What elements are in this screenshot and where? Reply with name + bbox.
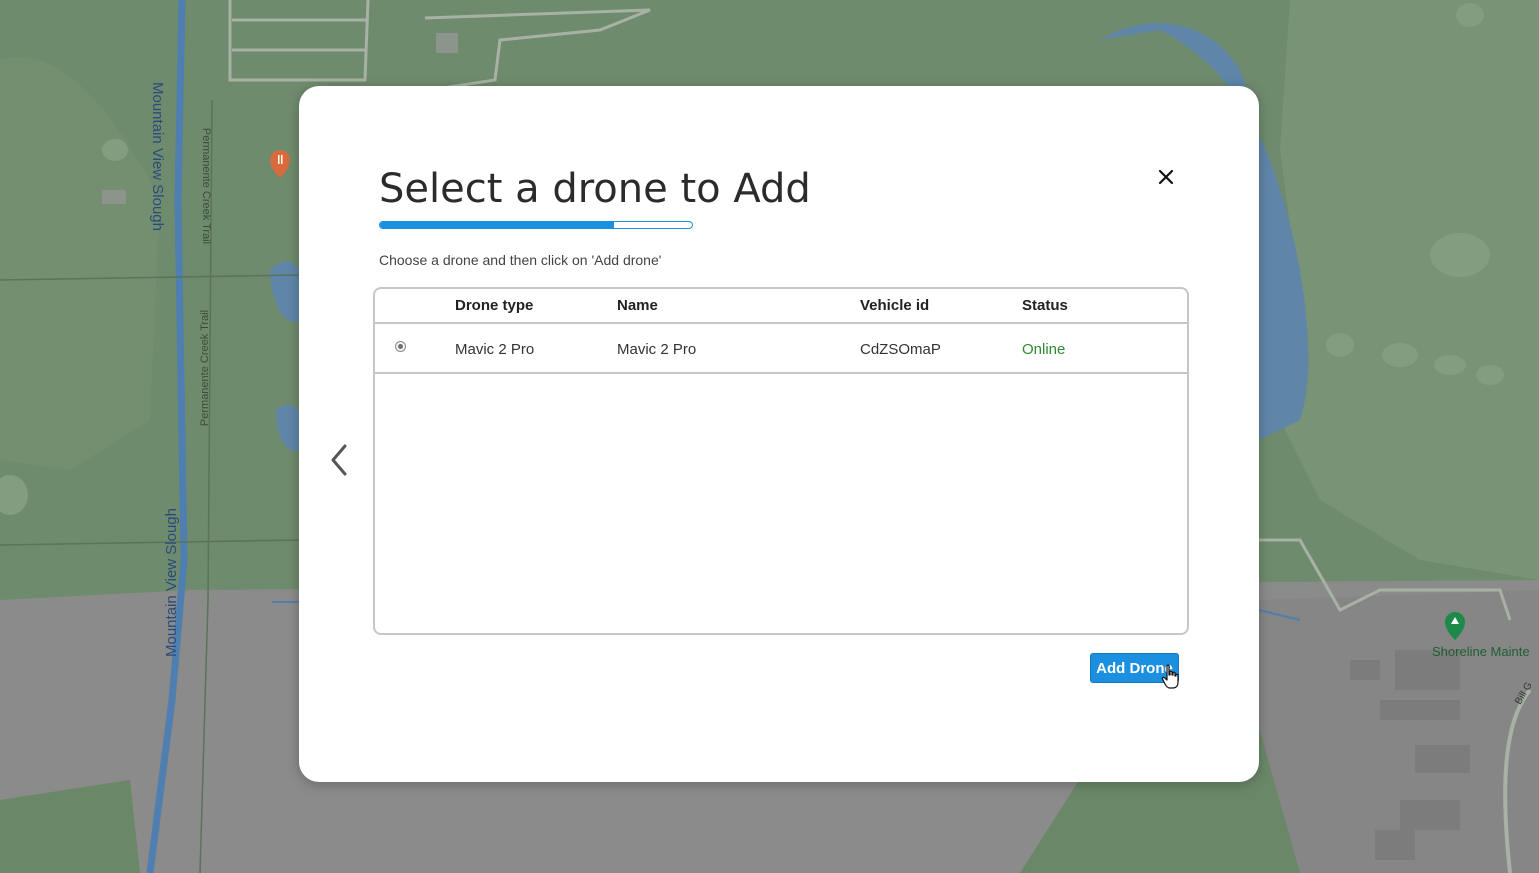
cell-vehicle-id: CdZSOmaP	[860, 341, 941, 358]
step-progress-fill	[380, 222, 614, 228]
close-button[interactable]	[1150, 161, 1182, 193]
back-button[interactable]	[325, 442, 353, 478]
chevron-left-icon	[331, 444, 347, 476]
column-header-name: Name	[617, 297, 658, 314]
cell-status: Online	[1022, 341, 1066, 358]
cell-drone-type: Mavic 2 Pro	[455, 341, 535, 358]
table-header: Drone type Name Vehicle id Status	[375, 289, 1187, 324]
map-label-poi: Shoreline Mainte	[1432, 644, 1530, 659]
map-label-trail-top: Permanente Creek Trail	[200, 127, 213, 245]
hand-cursor-icon	[1161, 664, 1179, 689]
step-progress-bar	[379, 221, 693, 229]
close-icon	[1158, 169, 1174, 185]
map-label-slough-bottom: Mountain View Slough	[163, 508, 180, 657]
modal-subtitle: Choose a drone and then click on 'Add dr…	[379, 252, 662, 268]
add-drone-modal: Select a drone to Add Choose a drone and…	[299, 86, 1259, 782]
column-header-status: Status	[1022, 297, 1068, 314]
map-label-slough-top: Mountain View Slough	[149, 82, 166, 231]
drone-table: Drone type Name Vehicle id Status Mavic …	[373, 287, 1189, 635]
map-label-trail-bottom: Permanente Creek Trail	[199, 309, 212, 427]
cell-name: Mavic 2 Pro	[617, 341, 697, 358]
modal-title: Select a drone to Add	[379, 166, 811, 212]
column-header-vehicle-id: Vehicle id	[860, 297, 930, 314]
table-row[interactable]: Mavic 2 Pro Mavic 2 Pro CdZSOmaP Online	[375, 324, 1187, 374]
row-select-radio[interactable]	[395, 341, 406, 352]
column-header-drone-type: Drone type	[455, 297, 534, 314]
